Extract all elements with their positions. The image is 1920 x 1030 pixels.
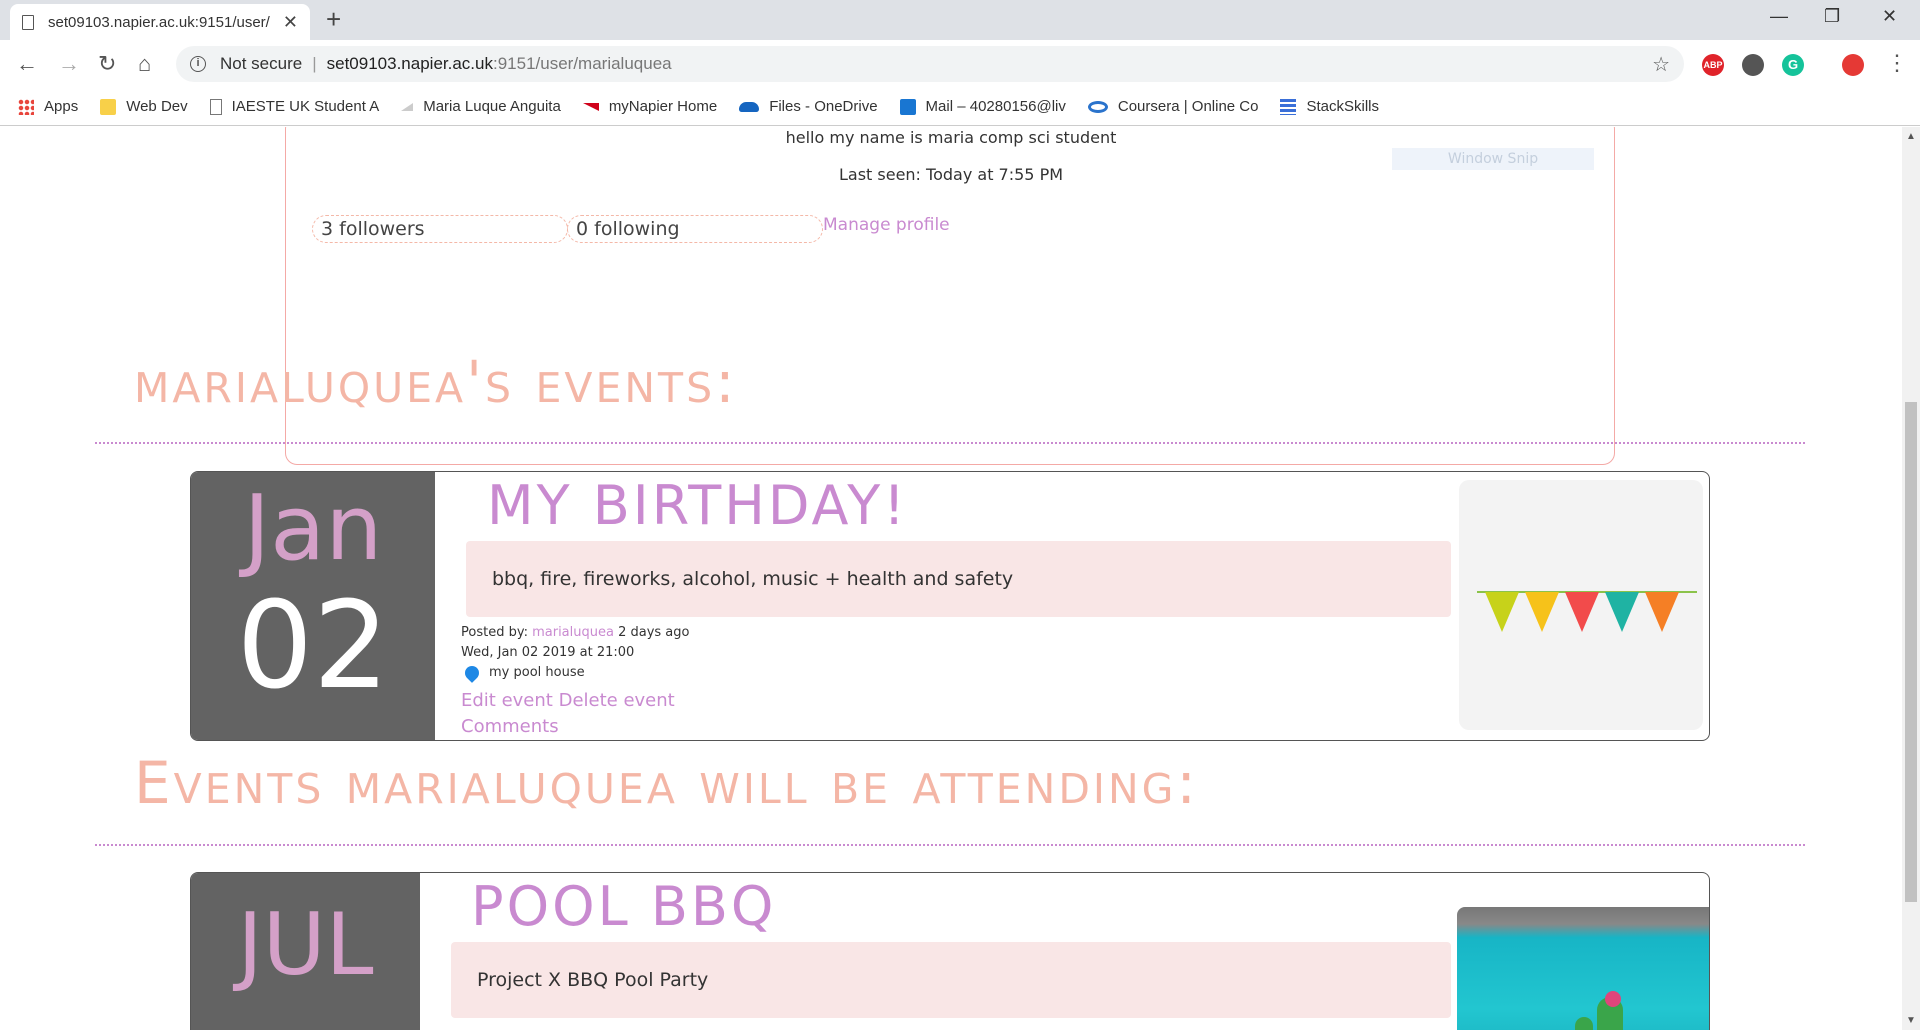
- bookmarks-bar: Apps Web Dev IAESTE UK Student A Maria L…: [0, 88, 1920, 126]
- bookmark-label: StackSkills: [1306, 98, 1380, 115]
- bookmark-mail[interactable]: Mail – 40280156@liv: [899, 98, 1066, 115]
- bookmark-web-dev[interactable]: Web Dev: [100, 98, 188, 115]
- page-icon: [22, 14, 34, 30]
- url-host: set09103.napier.ac.uk: [326, 54, 493, 73]
- event-month: Jan: [243, 476, 383, 581]
- tab-title: set09103.napier.ac.uk:9151/user/: [48, 13, 270, 31]
- event-day: 02: [236, 577, 390, 716]
- comments-link[interactable]: Comments: [461, 716, 559, 737]
- minimize-button[interactable]: —: [1770, 6, 1788, 27]
- bunting-flags-image: [1477, 591, 1697, 632]
- following-count[interactable]: 0 following: [567, 215, 823, 243]
- page-scrollbar[interactable]: ▲ ▼: [1902, 127, 1920, 1030]
- apps-grid-icon: [18, 98, 34, 115]
- bookmark-label: IAESTE UK Student A: [231, 98, 380, 115]
- cactus-float-image: [1575, 991, 1623, 1030]
- followers-count[interactable]: 3 followers: [312, 215, 568, 243]
- event-card: Jan 02 MY BIRTHDAY! bbq, fire, fireworks…: [190, 471, 1710, 741]
- outlook-icon: [899, 98, 916, 115]
- bookmark-label: Web Dev: [126, 98, 188, 115]
- bookmark-label: Mail – 40280156@liv: [925, 98, 1066, 115]
- event-date-box: JUL: [191, 873, 420, 1030]
- adblock-icon[interactable]: ABP: [1702, 54, 1724, 76]
- event-location: my pool house: [461, 662, 689, 683]
- back-button[interactable]: ←: [16, 51, 38, 77]
- folder-icon: [100, 98, 117, 115]
- my-events-heading: marialuquea's events:: [134, 348, 738, 416]
- info-icon[interactable]: i: [190, 56, 206, 72]
- profile-icon[interactable]: [1842, 54, 1864, 76]
- profile-bio: hello my name is maria comp sci student: [785, 128, 1117, 147]
- event-title: POOL BBQ: [471, 875, 777, 938]
- location-pin-icon: [462, 662, 482, 683]
- home-button[interactable]: ⌂: [138, 51, 151, 77]
- bookmark-mynapier[interactable]: myNapier Home: [582, 98, 718, 115]
- manage-profile-link[interactable]: Manage profile: [823, 215, 950, 235]
- browser-tab[interactable]: set09103.napier.ac.uk:9151/user/ ✕: [10, 4, 310, 40]
- event-datetime: Wed, Jan 02 2019 at 21:00: [461, 645, 635, 660]
- scroll-up-arrow-icon[interactable]: ▲: [1906, 131, 1916, 142]
- posted-by: Posted by: marialuquea 2 days ago: [461, 625, 690, 640]
- url-path: :9151/user/marialuquea: [492, 54, 672, 73]
- bookmark-iaeste[interactable]: IAESTE UK Student A: [209, 98, 380, 115]
- stackskills-icon: [1280, 98, 1297, 115]
- bookmark-maria[interactable]: Maria Luque Anguita: [401, 98, 561, 115]
- event-meta: Posted by: marialuquea 2 days ago Wed, J…: [461, 623, 689, 683]
- close-window-button[interactable]: ✕: [1882, 6, 1897, 27]
- edit-event-link[interactable]: Edit event: [461, 690, 553, 711]
- napier-icon: [582, 102, 599, 111]
- event-month: JUL: [237, 895, 374, 995]
- menu-icon[interactable]: ⋮: [1886, 50, 1908, 76]
- coursera-icon: [1087, 100, 1108, 113]
- extension-icon[interactable]: [1742, 54, 1764, 76]
- close-tab-icon[interactable]: ✕: [283, 12, 298, 33]
- new-tab-button[interactable]: +: [326, 4, 341, 35]
- event-image: [1459, 480, 1703, 730]
- attending-heading: Events marialuquea will be attending:: [134, 749, 1199, 817]
- posted-by-user-link[interactable]: marialuquea: [532, 625, 614, 640]
- onedrive-icon: [739, 101, 760, 112]
- page-content: hello my name is maria comp sci student …: [0, 127, 1902, 1030]
- event-card: JUL POOL BBQ Project X BBQ Pool Party: [190, 872, 1710, 1030]
- event-title: MY BIRTHDAY!: [487, 474, 908, 537]
- forward-button[interactable]: →: [58, 51, 80, 77]
- bookmark-onedrive[interactable]: Files - OneDrive: [739, 98, 878, 115]
- browser-toolbar: ← → ↻ ⌂ i Not secure | set09103.napier.a…: [0, 40, 1920, 88]
- event-description: bbq, fire, fireworks, alcohol, music + h…: [466, 541, 1451, 617]
- url-separator: |: [312, 54, 317, 73]
- browser-tab-strip: set09103.napier.ac.uk:9151/user/ ✕ + — ❐…: [0, 0, 1920, 40]
- security-status: Not secure: [220, 54, 303, 73]
- page-icon: [209, 98, 222, 115]
- event-description: Project X BBQ Pool Party: [451, 942, 1451, 1018]
- delete-event-link[interactable]: Delete event: [559, 690, 675, 711]
- maximize-button[interactable]: ❐: [1824, 6, 1840, 27]
- bookmark-coursera[interactable]: Coursera | Online Co: [1087, 98, 1259, 115]
- event-date-box: Jan 02: [191, 472, 435, 740]
- bookmark-stackskills[interactable]: StackSkills: [1280, 98, 1379, 115]
- bookmark-apps[interactable]: Apps: [18, 98, 78, 115]
- event-actions: Edit event Delete event Comments: [461, 688, 675, 740]
- bookmark-star-icon[interactable]: ☆: [1652, 52, 1670, 77]
- section-divider: [95, 844, 1805, 846]
- bookmark-label: myNapier Home: [608, 98, 718, 115]
- bookmark-label: Apps: [44, 98, 79, 115]
- grammarly-icon[interactable]: G: [1782, 54, 1804, 76]
- reload-button[interactable]: ↻: [98, 51, 116, 77]
- scrollbar-thumb[interactable]: [1905, 402, 1917, 902]
- scroll-down-arrow-icon[interactable]: ▼: [1906, 1015, 1916, 1026]
- paperplane-icon: [401, 102, 414, 111]
- window-snip-overlay: Window Snip: [1392, 148, 1594, 170]
- bookmark-label: Coursera | Online Co: [1117, 98, 1259, 115]
- bookmark-label: Maria Luque Anguita: [423, 98, 561, 115]
- pool-party-image: [1457, 907, 1709, 1030]
- address-bar[interactable]: i Not secure | set09103.napier.ac.uk :91…: [176, 46, 1684, 82]
- section-divider: [95, 442, 1805, 444]
- bookmark-label: Files - OneDrive: [769, 98, 878, 115]
